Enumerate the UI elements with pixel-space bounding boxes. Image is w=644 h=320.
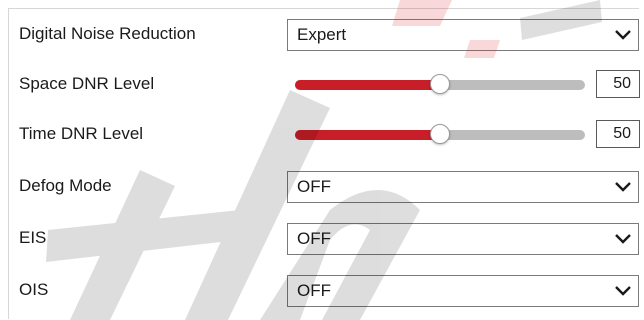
dnr-mode-value: Expert	[297, 25, 347, 44]
defog-mode-select[interactable]: OFF	[287, 171, 639, 203]
time-dnr-value-input[interactable]: 50	[596, 120, 640, 148]
eis-row: EIS OFF	[9, 213, 639, 263]
ois-label: OIS	[19, 280, 49, 299]
defog-mode-label: Defog Mode	[19, 176, 112, 195]
eis-value: OFF	[297, 229, 331, 248]
ois-value: OFF	[297, 281, 331, 300]
time-dnr-row: Time DNR Level 50	[9, 109, 640, 159]
defog-mode-row: Defog Mode OFF	[9, 161, 639, 211]
eis-select[interactable]: OFF	[287, 223, 639, 255]
dnr-mode-select[interactable]: Expert	[287, 19, 639, 51]
time-dnr-label: Time DNR Level	[19, 124, 144, 143]
space-dnr-row: Space DNR Level 50	[9, 59, 640, 109]
space-dnr-label: Space DNR Level	[19, 74, 155, 93]
slider-thumb[interactable]	[430, 74, 450, 94]
chevron-down-icon	[615, 286, 631, 296]
eis-label: EIS	[19, 228, 47, 247]
space-dnr-value-input[interactable]: 50	[596, 70, 640, 98]
slider-fill	[295, 130, 440, 140]
image-settings-panel: Digital Noise Reduction Expert Space DNR…	[8, 8, 640, 319]
dnr-mode-label: Digital Noise Reduction	[19, 24, 196, 43]
space-dnr-slider[interactable]	[295, 74, 585, 95]
time-dnr-slider[interactable]	[295, 124, 585, 145]
chevron-down-icon	[615, 30, 631, 40]
chevron-down-icon	[615, 182, 631, 192]
dnr-mode-row: Digital Noise Reduction Expert	[9, 9, 639, 59]
slider-fill	[295, 80, 440, 90]
ois-row: OIS OFF	[9, 265, 639, 315]
ois-select[interactable]: OFF	[287, 275, 639, 307]
defog-mode-value: OFF	[297, 177, 331, 196]
chevron-down-icon	[615, 234, 631, 244]
slider-thumb[interactable]	[430, 124, 450, 144]
